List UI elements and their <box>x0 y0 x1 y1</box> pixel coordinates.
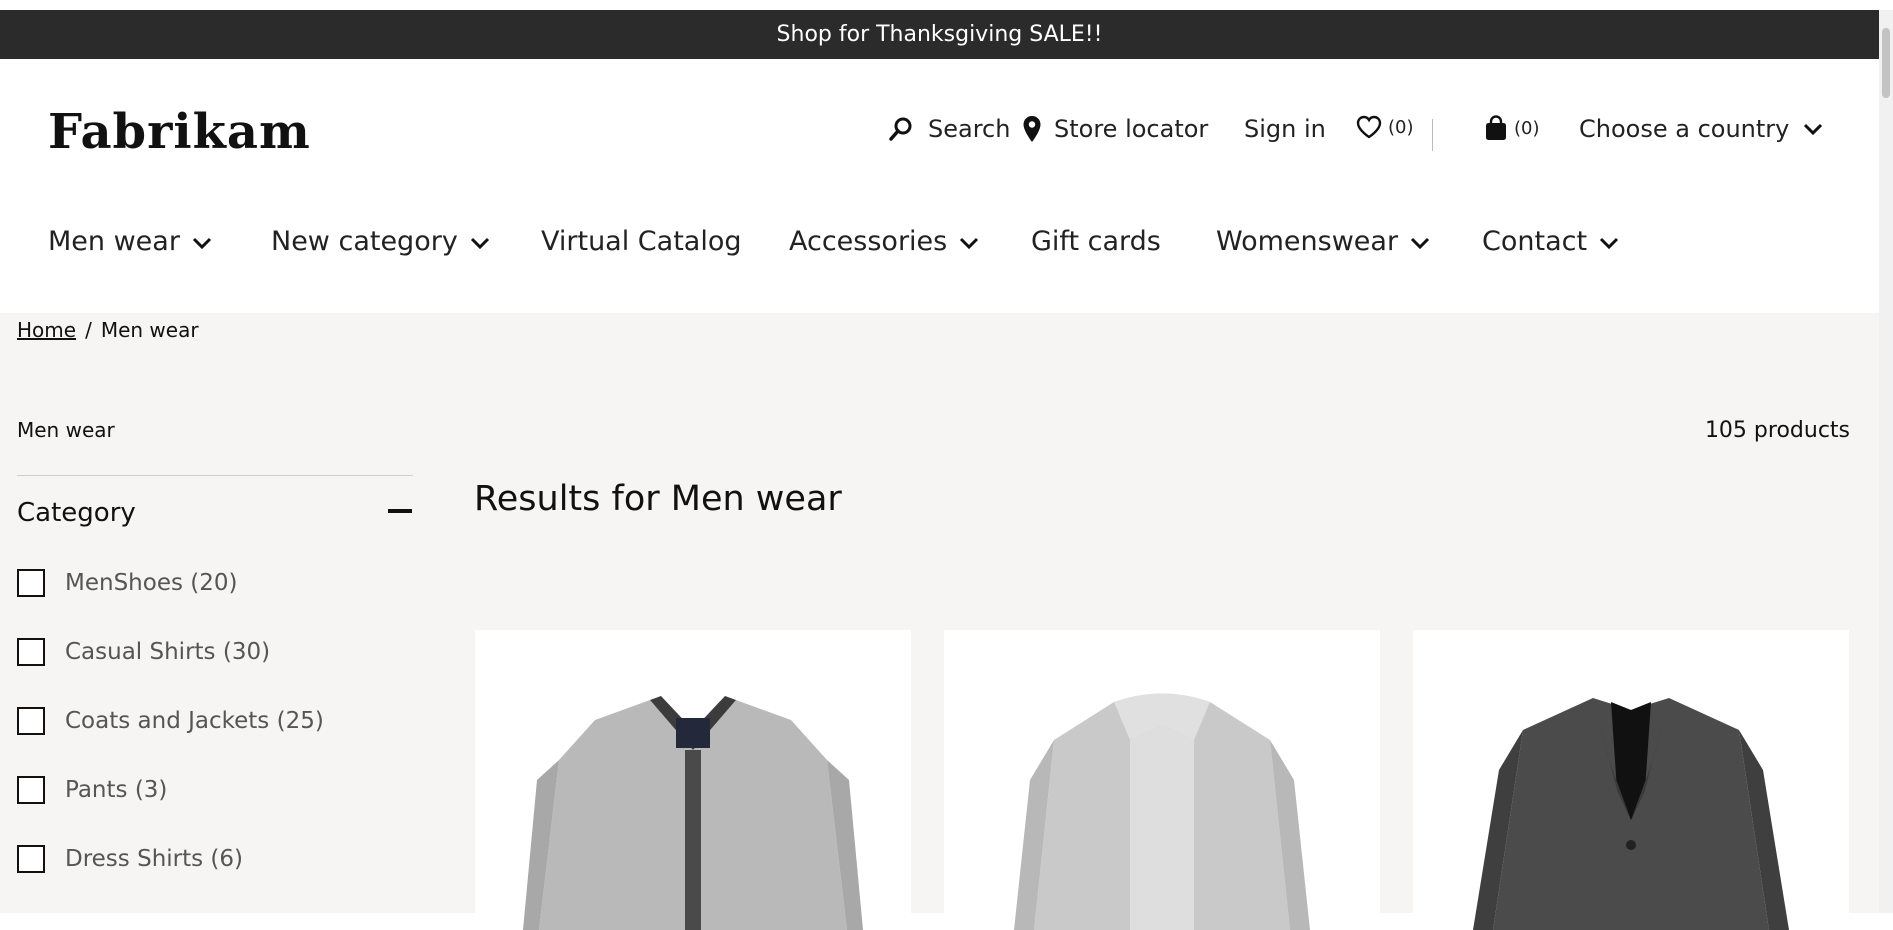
results-heading: Results for Men wear <box>474 479 842 519</box>
nav-item-label: New category <box>271 225 458 257</box>
promo-text: Shop for Thanksgiving SALE!! <box>776 22 1103 47</box>
nav-item-accessories[interactable]: Accessories <box>789 219 979 263</box>
store-locator-label: Store locator <box>1054 115 1209 143</box>
sign-in-link[interactable]: Sign in <box>1244 115 1326 143</box>
light-grey-open-cardigan-image <box>1014 693 1310 930</box>
product-card[interactable] <box>475 630 911 930</box>
country-label: Choose a country <box>1579 115 1790 143</box>
header-divider <box>1432 119 1433 151</box>
filter-label: Pants (3) <box>65 777 168 803</box>
nav-item-new-category[interactable]: New category <box>271 219 490 263</box>
nav-item-label: Men wear <box>48 225 180 257</box>
nav-item-label: Womenswear <box>1216 225 1399 257</box>
wishlist-count: (0) <box>1388 116 1414 138</box>
filter-checkbox[interactable] <box>17 707 45 735</box>
collapse-minus-icon[interactable] <box>388 509 412 513</box>
filter-label: MenShoes (20) <box>65 570 238 596</box>
product-count: 105 products <box>1704 418 1850 443</box>
filter-checkbox[interactable] <box>17 569 45 597</box>
filter-label: Coats and Jackets (25) <box>65 708 324 734</box>
filter-option-casual-shirts[interactable]: Casual Shirts (30) <box>17 638 270 666</box>
brand-logo[interactable]: Fabrikam <box>48 104 311 160</box>
nav-item-virtual-catalog[interactable]: Virtual Catalog <box>541 219 742 263</box>
site-header: Fabrikam Search Store locator Sign in (0… <box>0 59 1879 313</box>
product-card[interactable] <box>1413 630 1849 930</box>
filter-label: Dress Shirts (6) <box>65 846 244 872</box>
chevron-down-icon <box>458 226 490 257</box>
sidebar-divider <box>17 475 413 476</box>
breadcrumb-current: Men wear <box>100 318 199 342</box>
cart-button[interactable]: (0) <box>1484 115 1540 141</box>
chevron-down-icon <box>1803 122 1823 136</box>
nav-item-label: Virtual Catalog <box>541 225 742 257</box>
filter-option-menshoes[interactable]: MenShoes (20) <box>17 569 237 597</box>
search-icon <box>888 116 914 142</box>
filter-checkbox[interactable] <box>17 845 45 873</box>
search-button[interactable]: Search <box>888 115 1010 143</box>
search-label: Search <box>928 115 1011 143</box>
nav-item-label: Contact <box>1482 225 1588 257</box>
filter-label: Casual Shirts (30) <box>65 639 271 665</box>
filter-checkbox[interactable] <box>17 776 45 804</box>
nav-item-contact[interactable]: Contact <box>1482 219 1619 263</box>
store-locator-button[interactable]: Store locator <box>1022 115 1208 143</box>
nav-item-label: Accessories <box>789 225 948 257</box>
nav-item-men-wear[interactable]: Men wear <box>48 219 212 263</box>
wishlist-button[interactable]: (0) <box>1356 115 1414 139</box>
chevron-down-icon <box>180 226 212 257</box>
nav-item-womenswear[interactable]: Womenswear <box>1216 219 1430 263</box>
breadcrumb-separator: / <box>85 318 92 342</box>
grey-cardigan-image <box>523 696 863 930</box>
breadcrumb: Home / Men wear <box>17 318 199 342</box>
nav-item-label: Gift cards <box>1031 225 1161 257</box>
filter-option-pants[interactable]: Pants (3) <box>17 776 167 804</box>
cart-count: (0) <box>1514 117 1540 139</box>
product-card[interactable] <box>944 630 1380 930</box>
nav-item-gift-cards[interactable]: Gift cards <box>1031 219 1161 263</box>
chevron-down-icon <box>947 226 979 257</box>
breadcrumb-home-link[interactable]: Home <box>17 318 76 342</box>
promo-banner: Shop for Thanksgiving SALE!! <box>0 10 1879 59</box>
chevron-down-icon <box>1587 226 1619 257</box>
dark-grey-blazer-image <box>1473 698 1789 930</box>
sidebar-title: Men wear <box>17 418 115 442</box>
shopping-bag-icon <box>1484 115 1508 141</box>
category-page-content: Home / Men wear Men wear Category MenSho… <box>0 313 1879 930</box>
filter-option-dress-shirts[interactable]: Dress Shirts (6) <box>17 845 243 873</box>
page-scrollbar[interactable] <box>1879 10 1893 913</box>
category-filter-heading: Category <box>17 498 136 528</box>
heart-icon <box>1356 115 1382 139</box>
scrollbar-thumb[interactable] <box>1882 28 1890 98</box>
filter-option-coats-and-jackets[interactable]: Coats and Jackets (25) <box>17 707 324 735</box>
country-selector[interactable]: Choose a country <box>1579 115 1823 143</box>
filter-checkbox[interactable] <box>17 638 45 666</box>
sign-in-label: Sign in <box>1244 115 1326 143</box>
map-pin-icon <box>1022 115 1042 143</box>
chevron-down-icon <box>1398 226 1430 257</box>
